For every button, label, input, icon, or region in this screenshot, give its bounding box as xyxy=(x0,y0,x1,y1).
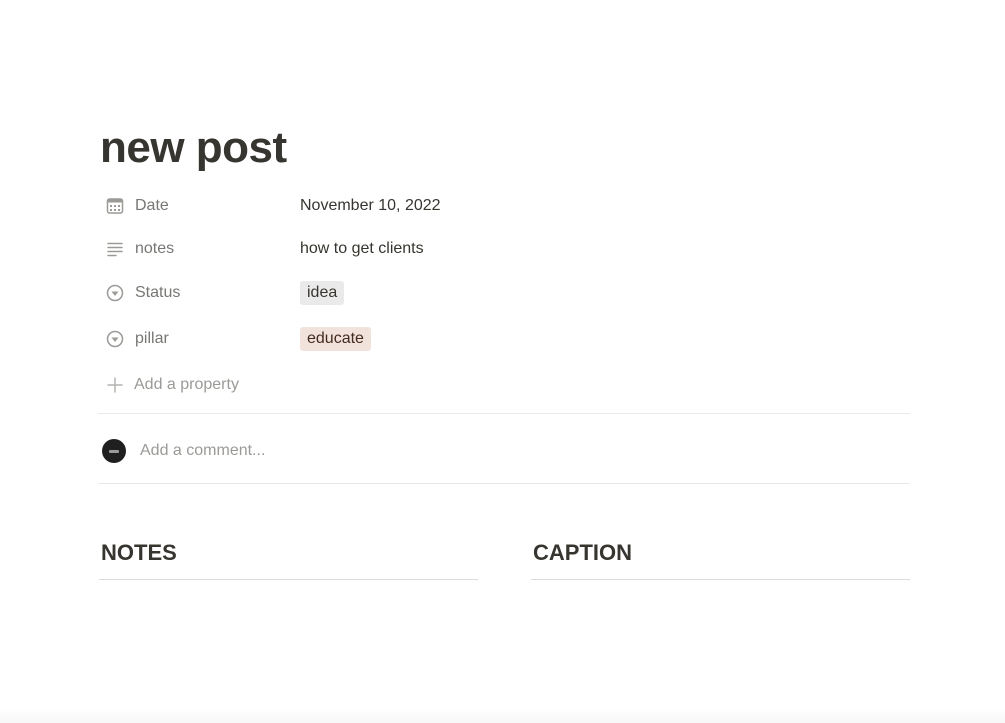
property-row-status: Status idea xyxy=(100,276,910,310)
property-label-pillar[interactable]: pillar xyxy=(100,328,300,350)
divider xyxy=(98,413,910,414)
property-label-text: notes xyxy=(135,240,175,257)
property-label-date[interactable]: Date xyxy=(100,195,300,217)
property-value-notes[interactable]: how to get clients xyxy=(300,240,424,258)
caption-heading[interactable]: CAPTION xyxy=(533,538,632,568)
status-tag[interactable]: idea xyxy=(300,281,345,305)
comment-input[interactable] xyxy=(140,442,640,460)
bottom-edge xyxy=(0,709,1005,723)
notes-divider xyxy=(99,579,478,580)
property-row-date: Date November 10, 2022 xyxy=(100,189,910,223)
property-label-text: Date xyxy=(135,197,169,214)
page-title[interactable]: new post xyxy=(100,120,287,176)
page: new post Date November 10, 2022 notes ho… xyxy=(0,0,1005,723)
pillar-tag[interactable]: educate xyxy=(300,327,371,351)
add-property-button[interactable]: Add a property xyxy=(100,370,239,400)
avatar xyxy=(102,439,126,463)
property-value-date[interactable]: November 10, 2022 xyxy=(300,197,441,215)
divider xyxy=(98,483,910,484)
notes-heading[interactable]: NOTES xyxy=(101,538,177,568)
calendar-icon xyxy=(104,195,126,217)
text-lines-icon xyxy=(104,238,126,260)
plus-icon xyxy=(104,374,126,396)
property-value-status[interactable]: idea xyxy=(300,281,345,305)
select-icon xyxy=(104,328,126,350)
comment-row xyxy=(102,436,640,466)
caption-divider xyxy=(531,579,910,580)
property-label-text: pillar xyxy=(135,330,169,347)
add-property-label: Add a property xyxy=(134,376,239,393)
property-row-pillar: pillar educate xyxy=(100,322,910,356)
property-label-status[interactable]: Status xyxy=(100,282,300,304)
property-label-text: Status xyxy=(135,284,181,301)
property-label-notes[interactable]: notes xyxy=(100,238,300,260)
select-icon xyxy=(104,282,126,304)
property-row-notes: notes how to get clients xyxy=(100,232,910,266)
property-value-pillar[interactable]: educate xyxy=(300,327,371,351)
